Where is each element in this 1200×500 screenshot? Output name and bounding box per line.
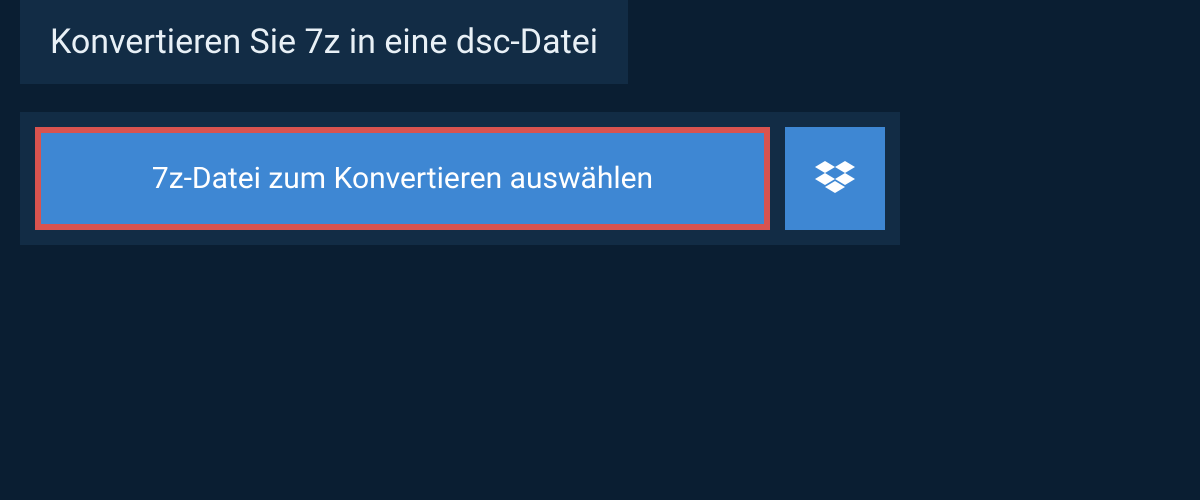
upload-section: 7z-Datei zum Konvertieren auswählen: [20, 112, 900, 245]
header-bar: Konvertieren Sie 7z in eine dsc-Datei: [20, 0, 628, 84]
page-title: Konvertieren Sie 7z in eine dsc-Datei: [50, 22, 598, 62]
select-file-label: 7z-Datei zum Konvertieren auswählen: [152, 161, 653, 196]
dropbox-icon: [815, 157, 855, 201]
dropbox-button[interactable]: [785, 127, 885, 230]
select-file-button[interactable]: 7z-Datei zum Konvertieren auswählen: [35, 127, 770, 230]
